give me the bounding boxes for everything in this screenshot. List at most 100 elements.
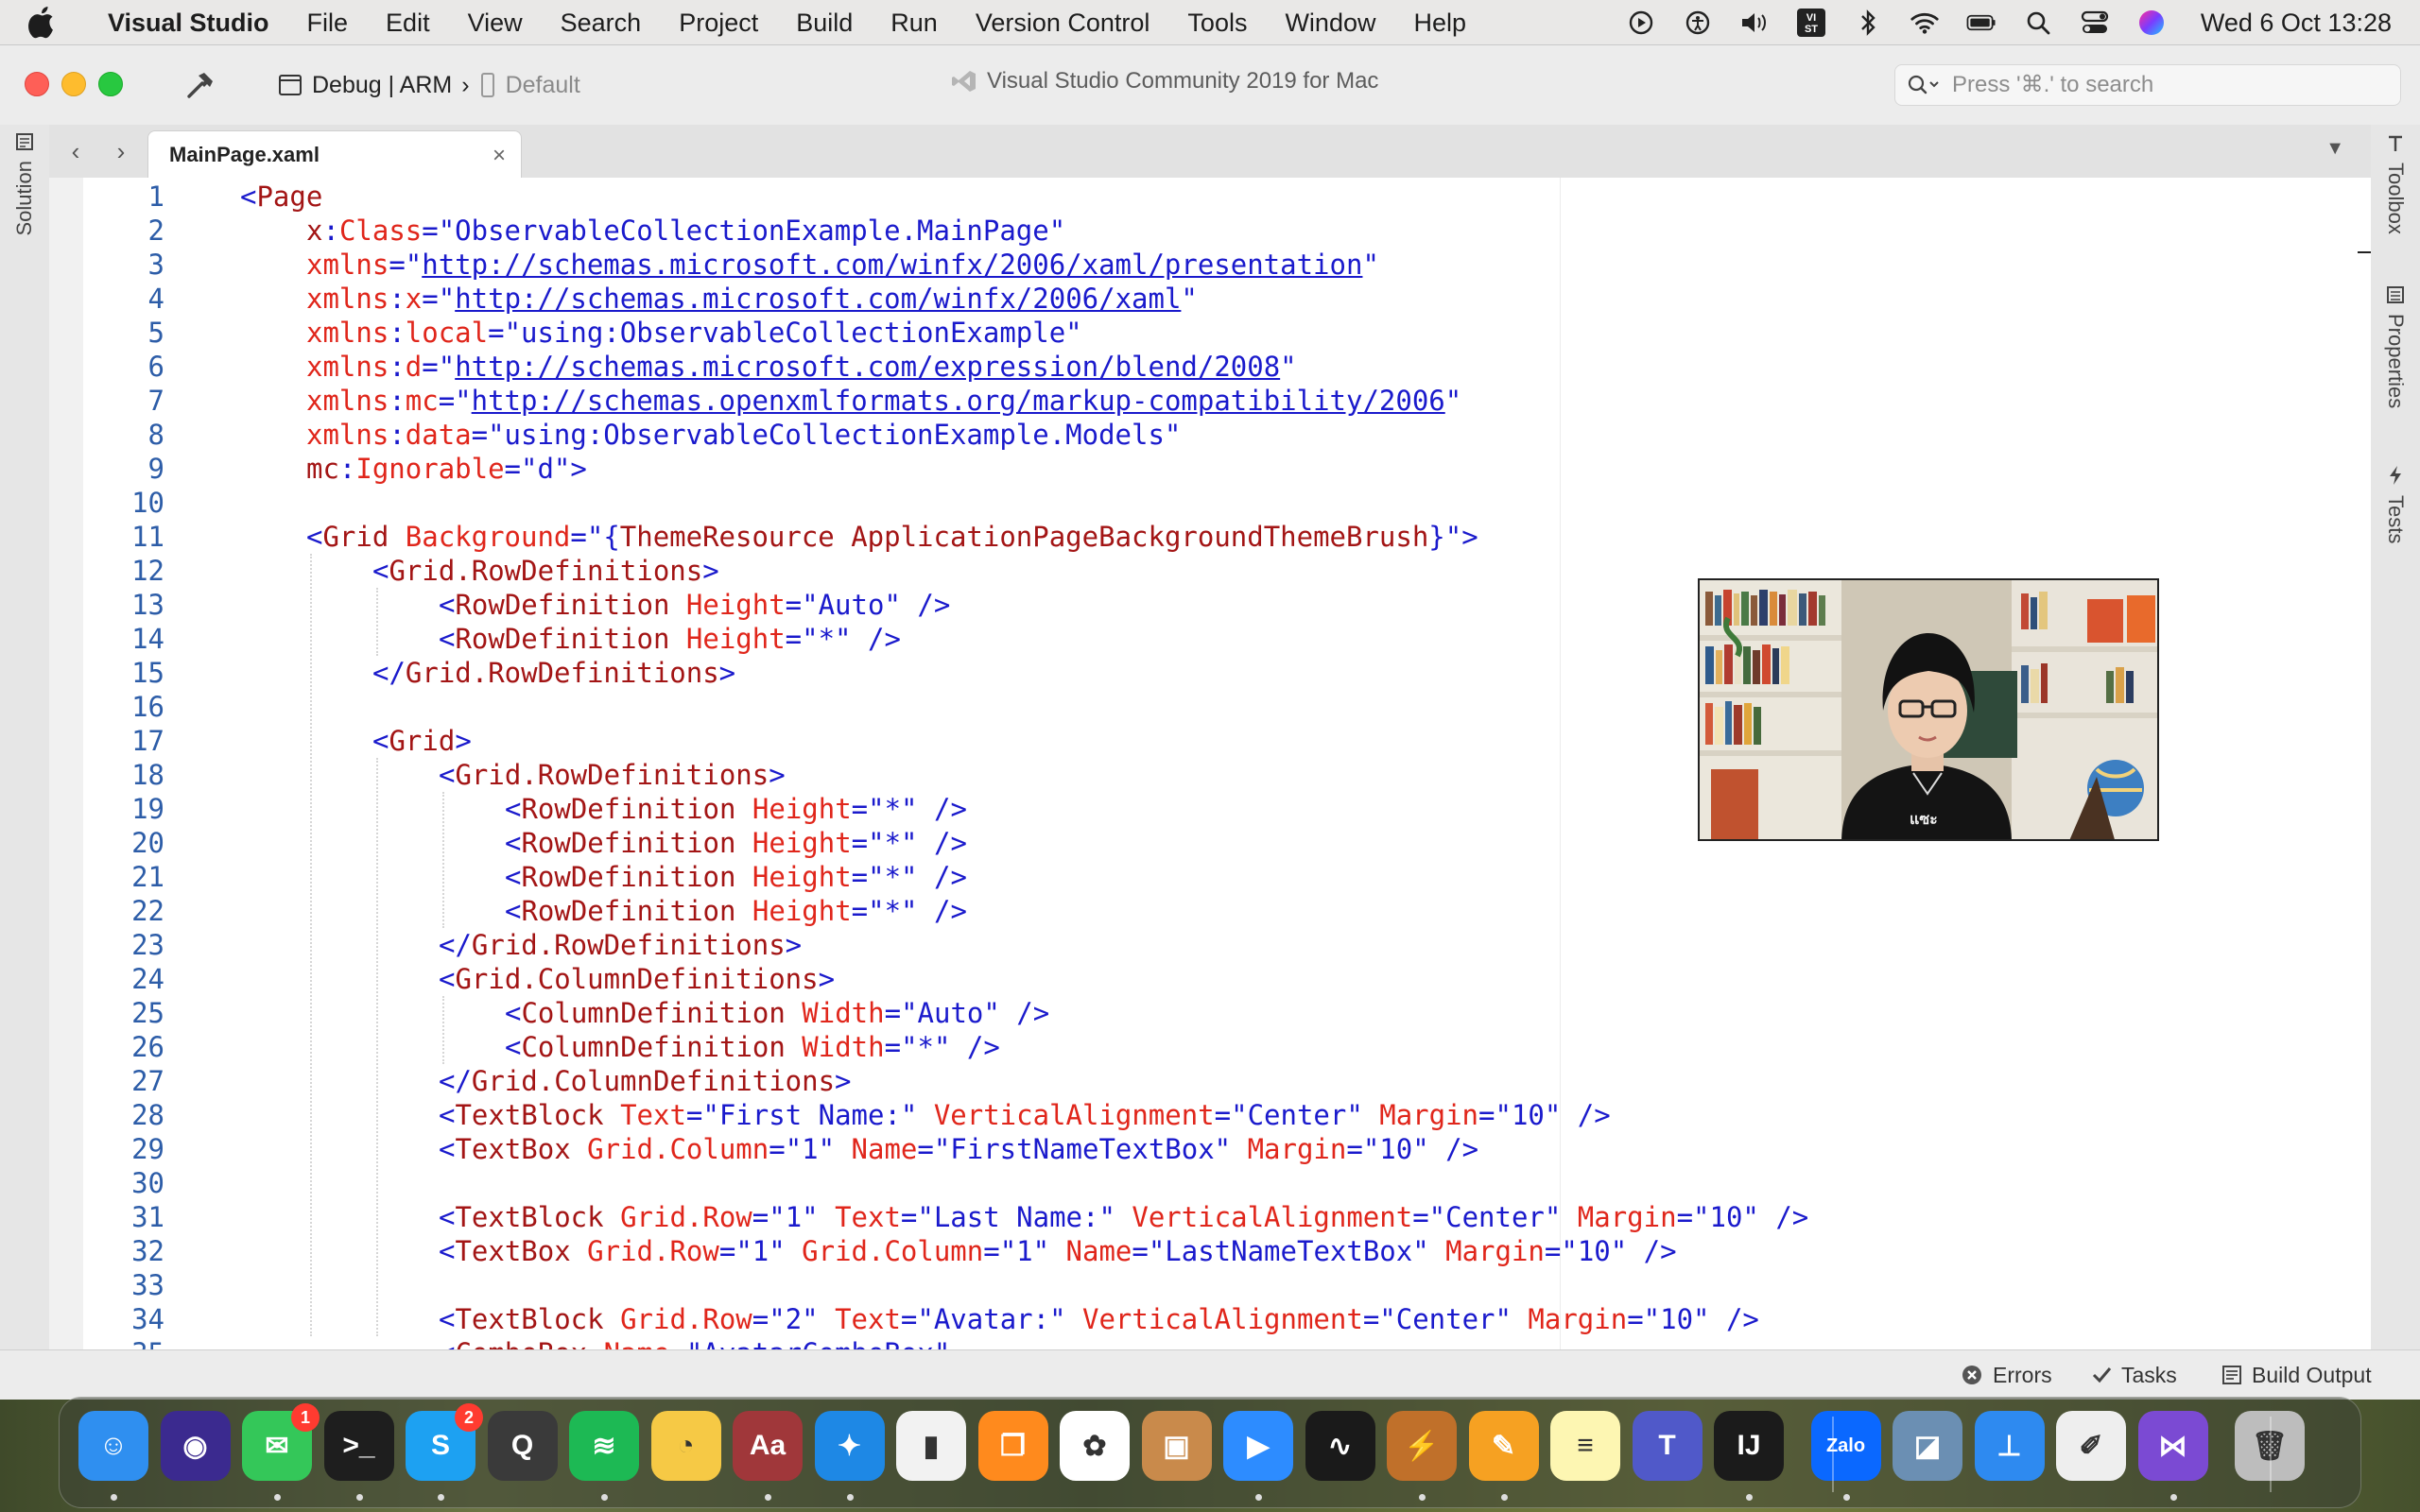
code-text[interactable]: xmlns:mc="http://schemas.openxmlformats.…: [306, 384, 1461, 418]
code-line[interactable]: 28 <TextBlock Text="First Name:" Vertical…: [49, 1098, 2371, 1132]
code-line[interactable]: 23 </Grid.RowDefinitions>: [49, 928, 2371, 962]
tab-close-button[interactable]: ×: [493, 143, 506, 169]
code-line[interactable]: 7 xmlns:mc="http://schemas.openxmlformats…: [49, 384, 2371, 418]
dock-app-teams[interactable]: T: [1632, 1411, 1703, 1481]
line-number[interactable]: 35: [87, 1336, 164, 1349]
menu-project[interactable]: Project: [679, 9, 758, 38]
dock-app-photos[interactable]: ✿: [1060, 1411, 1130, 1481]
dock-app-intellij[interactable]: IJ: [1714, 1411, 1784, 1481]
line-number[interactable]: 15: [87, 656, 164, 690]
line-number[interactable]: 34: [87, 1302, 164, 1336]
dock-app-quicktime[interactable]: Q: [487, 1411, 558, 1481]
code-text[interactable]: xmlns="http://schemas.microsoft.com/winf…: [306, 248, 1379, 282]
code-line[interactable]: 8 xmlns:data="using:ObservableCollectionE…: [49, 418, 2371, 452]
line-number[interactable]: 33: [87, 1268, 164, 1302]
code-line[interactable]: 1 <Page: [49, 180, 2371, 214]
properties-pad-tab[interactable]: Properties: [2371, 285, 2420, 408]
dock-app-dictionary[interactable]: Aa: [733, 1411, 803, 1481]
line-number[interactable]: 12: [87, 554, 164, 588]
code-text[interactable]: <ColumnDefinition Width="*" />: [505, 1030, 1000, 1064]
wifi-icon[interactable]: [1910, 8, 1940, 38]
line-number[interactable]: 2: [87, 214, 164, 248]
line-number[interactable]: 3: [87, 248, 164, 282]
code-text[interactable]: xmlns:data="using:ObservableCollectionEx…: [306, 418, 1181, 452]
code-text[interactable]: <TextBox Grid.Column="1" Name="FirstName…: [439, 1132, 1478, 1166]
minimize-window-button[interactable]: [61, 72, 86, 96]
hammer-icon[interactable]: [185, 70, 216, 100]
line-number[interactable]: 28: [87, 1098, 164, 1132]
vs-status-icon[interactable]: VI ST: [1796, 8, 1826, 38]
dock-app-cyberduck[interactable]: ◔: [650, 1411, 721, 1481]
search-input[interactable]: [1950, 71, 2370, 99]
menu-run[interactable]: Run: [890, 9, 938, 38]
code-text[interactable]: <RowDefinition Height="*" />: [505, 826, 967, 860]
line-number[interactable]: 6: [87, 350, 164, 384]
dock-app-notes[interactable]: ≡: [1550, 1411, 1620, 1481]
menu-build[interactable]: Build: [796, 9, 853, 38]
dock-app-preview[interactable]: ◪: [1893, 1411, 1962, 1481]
dock-app-messages[interactable]: ✉ 1: [242, 1403, 320, 1481]
code-text[interactable]: <ColumnDefinition Width="Auto" />: [505, 996, 1049, 1030]
code-line[interactable]: 32 <TextBox Grid.Row="1" Grid.Column="1" …: [49, 1234, 2371, 1268]
dock-app-terminal[interactable]: >_: [323, 1411, 394, 1481]
line-number[interactable]: 24: [87, 962, 164, 996]
code-text[interactable]: </Grid.RowDefinitions>: [372, 656, 735, 690]
line-number[interactable]: 19: [87, 792, 164, 826]
line-number[interactable]: 30: [87, 1166, 164, 1200]
dock-app-skype[interactable]: S2: [406, 1403, 483, 1481]
config-label[interactable]: Debug | ARM: [312, 72, 452, 99]
code-line[interactable]: 11 <Grid Background="{ThemeResource Appli…: [49, 520, 2371, 554]
code-text[interactable]: <TextBox Grid.Row="1" Grid.Column="1" Na…: [439, 1234, 1677, 1268]
line-number[interactable]: 1: [87, 180, 164, 214]
code-text[interactable]: <Page: [240, 180, 322, 214]
global-search[interactable]: [1894, 64, 2401, 106]
line-number[interactable]: 18: [87, 758, 164, 792]
code-text[interactable]: xmlns:d="http://schemas.microsoft.com/ex…: [306, 350, 1297, 384]
code-text[interactable]: <Grid>: [372, 724, 472, 758]
dock-app-visual-studio[interactable]: ⋈: [2137, 1411, 2208, 1481]
run-configuration[interactable]: Debug | ARM › Default: [278, 66, 580, 104]
line-number[interactable]: 7: [87, 384, 164, 418]
menu-clock[interactable]: Wed 6 Oct 13:28: [2201, 9, 2392, 38]
code-line[interactable]: 10: [49, 486, 2371, 520]
menu-edit[interactable]: Edit: [386, 9, 430, 38]
code-text[interactable]: <RowDefinition Height="*" />: [505, 894, 967, 928]
code-text[interactable]: <Grid.ColumnDefinitions>: [439, 962, 835, 996]
code-text[interactable]: xmlns:x="http://schemas.microsoft.com/wi…: [306, 282, 1198, 316]
code-line[interactable]: 24 <Grid.ColumnDefinitions>: [49, 962, 2371, 996]
dock-app-zalo[interactable]: Zalo: [1810, 1411, 1881, 1481]
code-text[interactable]: mc:Ignorable="d">: [306, 452, 587, 486]
solution-pad-tab[interactable]: Solution: [0, 132, 49, 236]
dock-app-keynote[interactable]: ⊥: [1974, 1411, 2045, 1481]
code-text[interactable]: <Grid.RowDefinitions>: [439, 758, 786, 792]
line-number[interactable]: 25: [87, 996, 164, 1030]
line-number[interactable]: 16: [87, 690, 164, 724]
dock-app-textedit[interactable]: ✐: [2056, 1411, 2126, 1481]
menu-version-control[interactable]: Version Control: [976, 9, 1150, 38]
code-line[interactable]: 30: [49, 1166, 2371, 1200]
tab-overflow-dropdown[interactable]: ▼: [2325, 138, 2344, 160]
dock-app-finder[interactable]: ☺: [78, 1411, 148, 1481]
line-number[interactable]: 20: [87, 826, 164, 860]
code-line[interactable]: 21 <RowDefinition Height="*" />: [49, 860, 2371, 894]
code-text[interactable]: xmlns:local="using:ObservableCollectionE…: [306, 316, 1082, 350]
code-line[interactable]: 33: [49, 1268, 2371, 1302]
code-text[interactable]: <ComboBox Name="AvatarComboBox": [439, 1336, 950, 1349]
line-number[interactable]: 8: [87, 418, 164, 452]
code-text[interactable]: <TextBlock Text="First Name:" VerticalAl…: [439, 1098, 1611, 1132]
code-text[interactable]: <RowDefinition Height="Auto" />: [439, 588, 950, 622]
line-number[interactable]: 27: [87, 1064, 164, 1098]
code-line[interactable]: 26 <ColumnDefinition Width="*" />: [49, 1030, 2371, 1064]
dock-app-siri[interactable]: ◉: [160, 1411, 231, 1481]
code-text[interactable]: <RowDefinition Height="*" />: [439, 622, 901, 656]
line-number[interactable]: 9: [87, 452, 164, 486]
menu-help[interactable]: Help: [1413, 9, 1466, 38]
line-number[interactable]: 21: [87, 860, 164, 894]
code-text[interactable]: <Grid Background="{ThemeResource Applica…: [306, 520, 1478, 554]
code-line[interactable]: 3 xmlns="http://schemas.microsoft.com/win…: [49, 248, 2371, 282]
line-number[interactable]: 32: [87, 1234, 164, 1268]
menu-file[interactable]: File: [307, 9, 349, 38]
errors-pad-button[interactable]: Errors: [1961, 1360, 2052, 1390]
bluetooth-icon[interactable]: [1853, 8, 1883, 38]
code-line[interactable]: 35 <ComboBox Name="AvatarComboBox": [49, 1336, 2371, 1349]
